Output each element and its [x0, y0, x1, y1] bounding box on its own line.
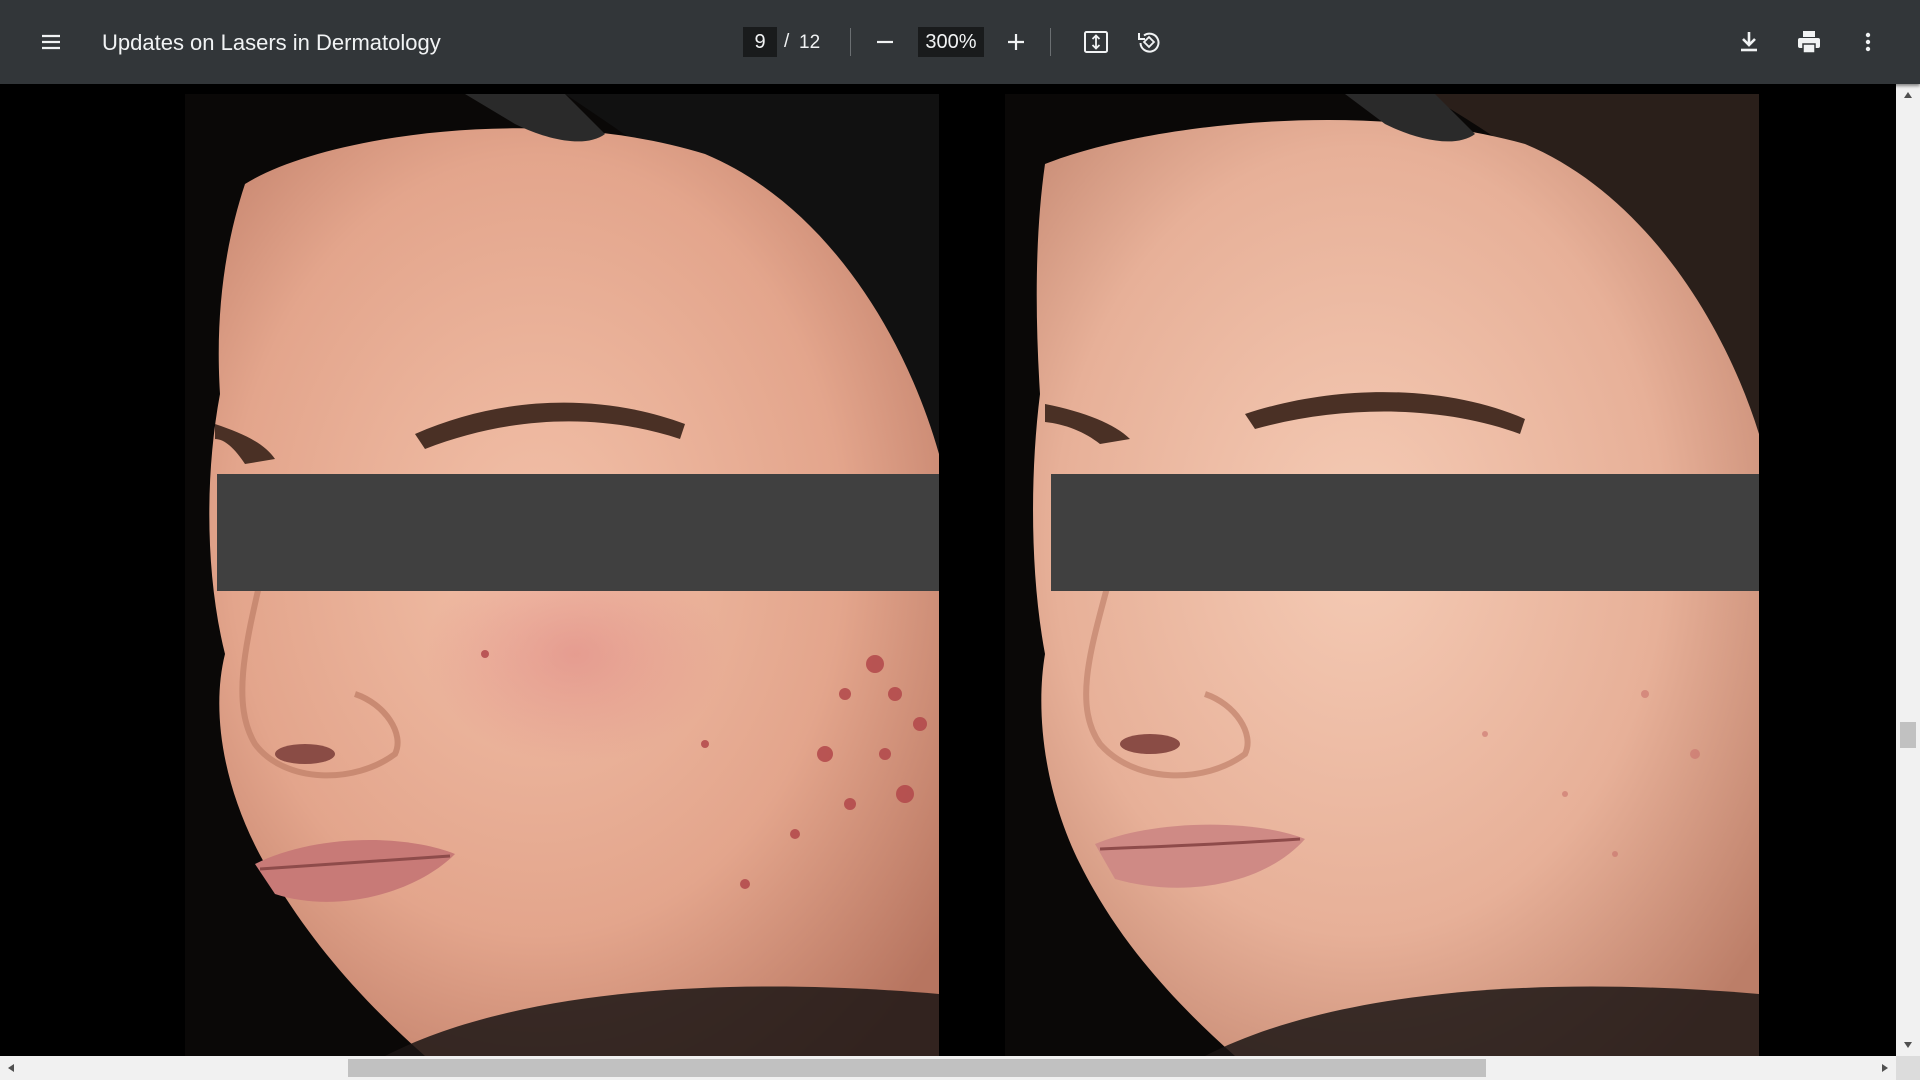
menu-button[interactable]: [31, 22, 71, 62]
zoom-level-input[interactable]: [918, 27, 984, 57]
document-title: Updates on Lasers in Dermatology: [102, 30, 441, 55]
rotate-button[interactable]: [1129, 22, 1169, 62]
hamburger-menu-icon: [39, 30, 63, 54]
download-icon: [1736, 29, 1762, 55]
print-icon: [1795, 28, 1823, 56]
scroll-left-arrow-icon[interactable]: [2, 1056, 20, 1080]
toolbar-divider: [850, 28, 851, 56]
scrollbar-corner: [1896, 1056, 1920, 1080]
print-button[interactable]: [1789, 22, 1829, 62]
vertical-scrollbar[interactable]: [1896, 84, 1920, 1056]
eye-censor-bar-left: [217, 474, 939, 591]
page-total: 12: [799, 32, 821, 53]
vertical-scroll-thumb[interactable]: [1900, 722, 1916, 748]
rotate-counterclockwise-icon: [1135, 28, 1163, 56]
scroll-up-arrow-icon[interactable]: [1896, 86, 1920, 104]
minus-icon: [873, 30, 897, 54]
more-options-button[interactable]: [1848, 22, 1888, 62]
horizontal-scroll-thumb[interactable]: [348, 1059, 1486, 1077]
toolbar-divider: [1050, 28, 1051, 56]
horizontal-scrollbar[interactable]: [0, 1056, 1896, 1080]
eye-censor-bar-right: [1051, 474, 1759, 591]
scroll-down-arrow-icon[interactable]: [1896, 1036, 1920, 1054]
page-number-input[interactable]: [743, 27, 777, 57]
fit-to-page-icon: [1082, 28, 1110, 56]
page-separator: /: [784, 31, 790, 52]
download-button[interactable]: [1729, 22, 1769, 62]
fit-to-page-button[interactable]: [1076, 22, 1116, 62]
zoom-out-button[interactable]: [865, 22, 905, 62]
scroll-right-arrow-icon[interactable]: [1876, 1056, 1894, 1080]
more-vert-icon: [1856, 30, 1880, 54]
zoom-in-button[interactable]: [996, 22, 1036, 62]
plus-icon: [1004, 30, 1028, 54]
pdf-toolbar: Updates on Lasers in Dermatology / 12: [0, 0, 1920, 84]
pdf-viewer-area[interactable]: [0, 84, 1896, 1056]
